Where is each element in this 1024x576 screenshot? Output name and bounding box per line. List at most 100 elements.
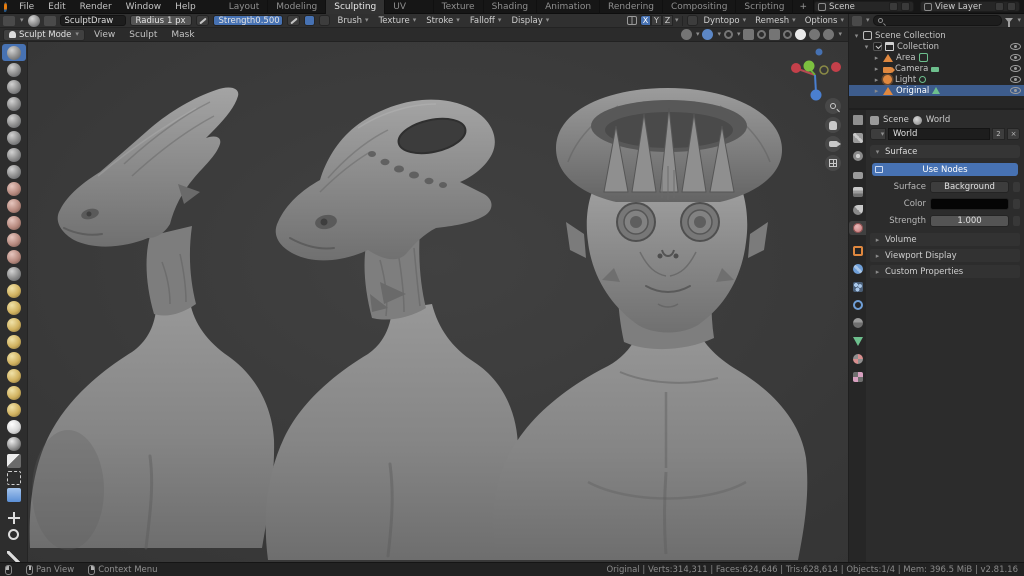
hide-in-viewport-icon[interactable]: [1010, 43, 1021, 50]
fake-user-button[interactable]: 2: [992, 128, 1005, 140]
viewport-menu-view[interactable]: View: [87, 28, 122, 42]
expand-icon[interactable]: ▸: [873, 87, 880, 95]
dyntopo-toggle[interactable]: [687, 15, 698, 26]
overlays-icon[interactable]: [757, 30, 766, 39]
editor-type-icon[interactable]: [3, 16, 15, 26]
breadcrumb-scene[interactable]: Scene: [883, 115, 909, 125]
expand-icon[interactable]: ▾: [863, 43, 870, 51]
outliner-row-camera[interactable]: ▸Camera: [849, 63, 1024, 74]
tool-grab[interactable]: [2, 282, 26, 299]
breadcrumb-world[interactable]: World: [926, 115, 950, 125]
tool-mask[interactable]: [2, 435, 26, 452]
properties-tab-constraints[interactable]: [849, 316, 866, 330]
tool-fill[interactable]: [2, 214, 26, 231]
perspective-toggle-button[interactable]: [825, 155, 841, 171]
properties-tab-view-layer[interactable]: [849, 185, 866, 199]
gizmos-icon[interactable]: [743, 29, 754, 40]
shading-rendered-icon[interactable]: [823, 29, 834, 40]
use-nodes-button[interactable]: Use Nodes: [872, 163, 1018, 176]
navigation-gizmo[interactable]: [788, 48, 842, 102]
tool-box-select[interactable]: [2, 486, 26, 503]
properties-tab-output[interactable]: [849, 167, 866, 181]
panel-volume[interactable]: ▸Volume: [870, 233, 1020, 246]
popover-brush[interactable]: Brush▾: [334, 15, 373, 27]
tab-uv-editing[interactable]: UV Editing: [385, 0, 433, 14]
shading-material-icon[interactable]: [809, 29, 820, 40]
hide-in-viewport-icon[interactable]: [1010, 65, 1021, 72]
tab-scripting[interactable]: Scripting: [736, 0, 793, 14]
tool-rotate[interactable]: [2, 384, 26, 401]
tool-layer[interactable]: [2, 112, 26, 129]
expand-icon[interactable]: ▸: [873, 65, 880, 73]
hide-in-viewport-icon[interactable]: [1010, 87, 1021, 94]
tool-move[interactable]: [2, 509, 26, 526]
world-strength-field[interactable]: 1.000: [930, 215, 1009, 227]
outliner-search-input[interactable]: [873, 15, 1003, 26]
tab-sculpting[interactable]: Sculpting: [326, 0, 385, 14]
properties-tab-object-data[interactable]: [849, 334, 866, 348]
new-scene-button[interactable]: [889, 2, 898, 11]
blender-logo-icon[interactable]: [4, 2, 7, 12]
tool-rotate-gizmo[interactable]: [2, 526, 26, 543]
axis-y-negative[interactable]: [820, 66, 828, 74]
proportional-editing-icon[interactable]: [724, 30, 733, 39]
expand-icon[interactable]: ▸: [873, 76, 880, 84]
dyntopo-popover[interactable]: Dyntopo ▾: [699, 15, 750, 27]
animate-dot[interactable]: [1013, 182, 1020, 192]
surface-type-dropdown[interactable]: Background: [930, 181, 1009, 193]
expand-icon[interactable]: ▸: [873, 54, 880, 62]
tool-clay-strips[interactable]: [2, 95, 26, 112]
outliner-row-original[interactable]: ▸Original: [849, 85, 1024, 96]
menu-edit[interactable]: Edit: [41, 0, 72, 14]
axis-x[interactable]: [831, 62, 841, 72]
surface-panel-header[interactable]: ▾ Surface: [870, 145, 1020, 158]
tool-pinch[interactable]: [2, 265, 26, 282]
pan-button[interactable]: [825, 117, 841, 133]
hide-in-viewport-icon[interactable]: [1010, 54, 1021, 61]
hide-in-viewport-icon[interactable]: [1010, 76, 1021, 83]
camera-view-button[interactable]: [825, 136, 841, 152]
tool-multi-plane-scrape[interactable]: [2, 248, 26, 265]
remesh-popover[interactable]: Remesh ▾: [751, 15, 800, 27]
popover-stroke[interactable]: Stroke▾: [422, 15, 464, 27]
checkbox-icon[interactable]: [873, 42, 882, 51]
properties-tab-world[interactable]: [849, 221, 866, 235]
outliner-editor-icon[interactable]: [852, 16, 862, 26]
properties-tab-particles[interactable]: [849, 280, 866, 294]
unlink-scene-button[interactable]: [901, 2, 910, 11]
tool-box-mask[interactable]: [2, 452, 26, 469]
shading-wireframe-icon[interactable]: [783, 30, 792, 39]
axis-z[interactable]: [811, 90, 822, 101]
tab-shading[interactable]: Shading: [484, 0, 538, 14]
tool-blob[interactable]: [2, 146, 26, 163]
properties-tab-render[interactable]: [849, 149, 866, 163]
properties-tab-texture[interactable]: [849, 370, 866, 384]
snapping-icon[interactable]: [702, 29, 713, 40]
symmetry-z-button[interactable]: Z: [662, 15, 673, 26]
tool-box-hide[interactable]: [2, 469, 26, 486]
transform-orientation-icon[interactable]: [681, 29, 692, 40]
color-swatch[interactable]: [930, 198, 1009, 210]
tab-compositing[interactable]: Compositing: [663, 0, 736, 14]
panel-viewport-display[interactable]: ▸Viewport Display: [870, 249, 1020, 262]
tool-flatten[interactable]: [2, 197, 26, 214]
tool-pose[interactable]: [2, 350, 26, 367]
sculpt-canvas[interactable]: [28, 42, 848, 562]
strength-slider[interactable]: Strength 0.500: [213, 15, 283, 26]
viewport-menu-mask[interactable]: Mask: [164, 28, 201, 42]
viewport-menu-sculpt[interactable]: Sculpt: [122, 28, 164, 42]
properties-tab-modifiers[interactable]: [849, 262, 866, 276]
tool-inflate[interactable]: [2, 129, 26, 146]
tool-draw-sharp[interactable]: [2, 61, 26, 78]
outliner-row-collection[interactable]: ▾Collection: [849, 41, 1024, 52]
direction-add-button[interactable]: [304, 15, 315, 26]
tab-layout[interactable]: Layout: [221, 0, 269, 14]
brush-preview-icon[interactable]: [28, 15, 40, 27]
xray-icon[interactable]: [769, 29, 780, 40]
browse-world-button[interactable]: ▾: [870, 128, 886, 140]
chevron-down-icon[interactable]: ▾: [1017, 17, 1021, 24]
filter-icon[interactable]: [1005, 18, 1013, 23]
properties-tab-tool[interactable]: [849, 131, 866, 145]
radius-slider[interactable]: Radius 1 px: [130, 15, 192, 26]
popover-display[interactable]: Display▾: [507, 15, 553, 27]
